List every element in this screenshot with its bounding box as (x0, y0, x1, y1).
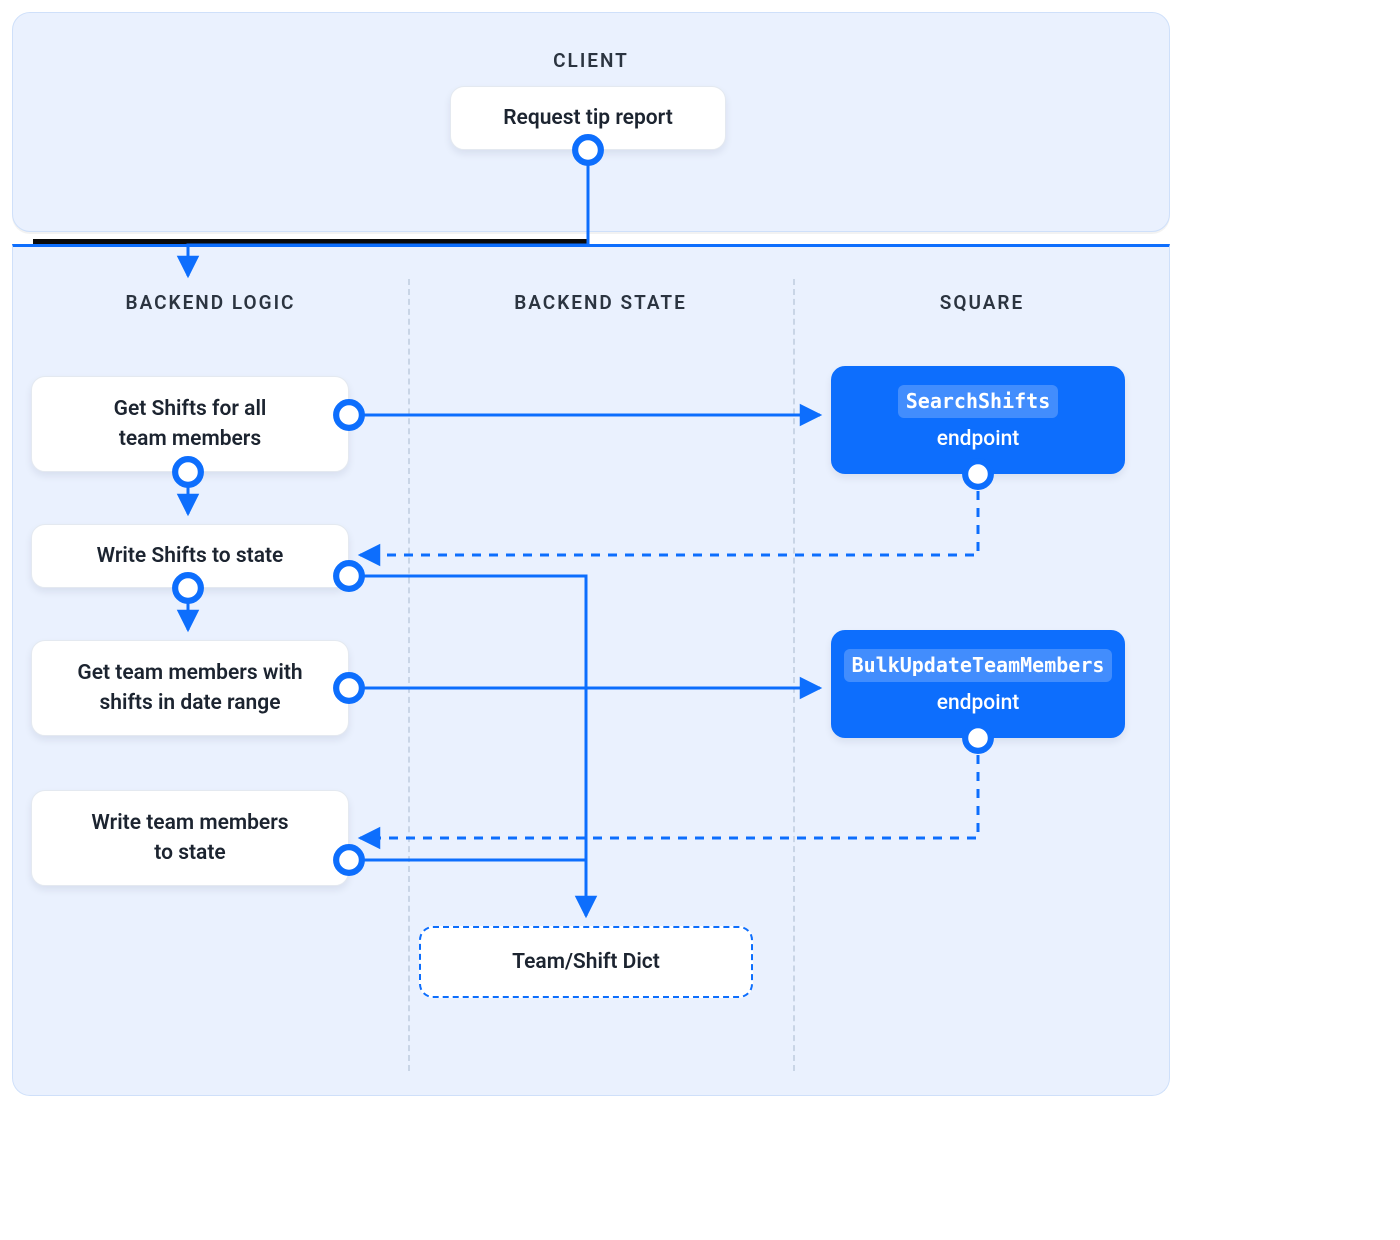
node-search-shifts-endpoint: SearchShifts endpoint (831, 366, 1125, 474)
node-text-line2: to state (154, 838, 225, 868)
node-text: endpoint (937, 424, 1020, 454)
node-request-tip-report: Request tip report (450, 86, 726, 150)
node-write-shifts: Write Shifts to state (31, 524, 349, 588)
column-divider-2 (793, 279, 795, 1071)
node-bulk-update-endpoint: BulkUpdateTeamMembers endpoint (831, 630, 1125, 738)
node-write-team-members: Write team members to state (31, 790, 349, 886)
code-pill: SearchShifts (898, 385, 1059, 418)
code-pill: BulkUpdateTeamMembers (844, 649, 1113, 682)
node-get-shifts: Get Shifts for all team members (31, 376, 349, 472)
node-text-line1: Get Shifts for all (114, 394, 267, 424)
square-label: SQUARE (793, 291, 1171, 314)
node-text: Request tip report (503, 103, 673, 133)
node-text-line1: Get team members with (77, 658, 302, 688)
node-text-line1: Write team members (91, 808, 288, 838)
backend-logic-label: BACKEND LOGIC (13, 291, 408, 314)
node-text: Team/Shift Dict (512, 947, 660, 977)
node-text: Write Shifts to state (97, 541, 284, 571)
node-text: endpoint (937, 688, 1020, 718)
column-divider-1 (408, 279, 410, 1071)
backend-state-label: BACKEND STATE (408, 291, 793, 314)
node-text-line2: team members (119, 424, 261, 454)
node-text-line2: shifts in date range (99, 688, 280, 718)
node-get-team-members: Get team members with shifts in date ran… (31, 640, 349, 736)
client-section-label: CLIENT (13, 49, 1169, 72)
node-team-shift-dict: Team/Shift Dict (419, 926, 753, 998)
